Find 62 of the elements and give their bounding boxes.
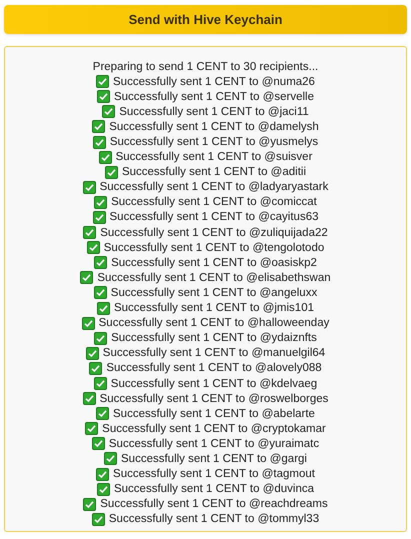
check-icon	[80, 271, 94, 284]
success-message: Successfully sent 1 CENT to @halloweenday	[98, 316, 330, 330]
check-icon	[96, 90, 110, 104]
check-icon	[102, 105, 116, 118]
check-icon	[86, 346, 99, 360]
success-message: Successfully sent 1 CENT to @jmis101	[114, 301, 314, 316]
success-message: Successfully sent 1 CENT to @servelle	[114, 90, 314, 104]
success-message: Successfully sent 1 CENT to @ydaiznfts	[111, 331, 317, 346]
success-message: Successfully sent 1 CENT to @zuliquijada22	[100, 226, 328, 240]
success-message: Successfully sent 1 CENT to @oasiskp2	[111, 256, 317, 270]
send-button[interactable]: Send with Hive Keychain	[4, 5, 407, 34]
check-icon	[85, 422, 98, 436]
success-message: Successfully sent 1 CENT to @tengolotodo	[104, 240, 324, 255]
success-message: Successfully sent 1 CENT to @suisver	[116, 150, 312, 164]
success-message: Successfully sent 1 CENT to @yuraimatc	[108, 436, 320, 451]
check-icon	[96, 468, 110, 481]
success-message: Successfully sent 1 CENT to @ladyaryastark	[100, 180, 328, 194]
success-message: Successfully sent 1 CENT to @angeluxx	[110, 286, 318, 300]
check-icon	[94, 377, 107, 390]
success-message: Successfully sent 1 CENT to @numa26	[113, 74, 315, 89]
success-message: Successfully sent 1 CENT to @elisabethswan	[97, 270, 331, 285]
check-icon	[94, 256, 108, 270]
success-message: Successfully sent 1 CENT to @duvinca	[114, 482, 314, 496]
status-message: Preparing to send 1 CENT to 30 recipients...	[92, 60, 318, 74]
check-icon	[98, 150, 112, 164]
success-message: Successfully sent 1 CENT to @reachdreams	[100, 497, 328, 512]
success-message: Successfully sent 1 CENT to @yusmelys	[110, 135, 318, 150]
success-message: Successfully sent 1 CENT to @cayitus63	[110, 210, 318, 224]
success-message: Successfully sent 1 CENT to @abelarte	[113, 406, 315, 421]
check-icon	[83, 498, 96, 511]
success-message: Successfully sent 1 CENT to @aditii	[122, 165, 306, 180]
success-message: Successfully sent 1 CENT to @jaci11	[119, 104, 309, 119]
check-icon	[92, 437, 105, 450]
check-icon	[92, 120, 106, 134]
success-message: Successfully sent 1 CENT to @alovely088	[106, 361, 322, 376]
success-message: Successfully sent 1 CENT to @tommyl33	[108, 512, 320, 526]
success-message: Successfully sent 1 CENT to @cryptokamar	[102, 422, 326, 436]
check-icon	[96, 302, 110, 315]
check-icon	[92, 136, 106, 149]
success-message: Successfully sent 1 CENT to @comiccat	[111, 195, 317, 210]
success-message: Successfully sent 1 CENT to @tagmout	[113, 467, 315, 482]
success-message: Successfully sent 1 CENT to @gargi	[121, 452, 307, 466]
check-icon	[94, 332, 108, 345]
check-icon	[96, 75, 110, 88]
check-icon	[82, 392, 96, 406]
check-icon	[104, 166, 118, 179]
success-message: Successfully sent 1 CENT to @roswelborges	[100, 392, 328, 406]
success-message: Successfully sent 1 CENT to @damelysh	[109, 120, 319, 134]
check-icon	[96, 407, 110, 420]
check-icon	[86, 241, 100, 254]
success-message: Successfully sent 1 CENT to @kdelvaeg	[110, 376, 318, 391]
check-icon	[92, 512, 105, 526]
check-icon	[94, 196, 108, 209]
check-icon	[104, 452, 118, 466]
check-icon	[82, 180, 96, 194]
check-icon	[82, 316, 95, 330]
check-icon	[96, 482, 110, 496]
check-icon	[89, 362, 102, 375]
check-icon	[83, 226, 96, 240]
success-message: Successfully sent 1 CENT to @manuelgil64	[102, 346, 326, 360]
check-icon	[94, 286, 107, 300]
check-icon	[92, 210, 106, 224]
